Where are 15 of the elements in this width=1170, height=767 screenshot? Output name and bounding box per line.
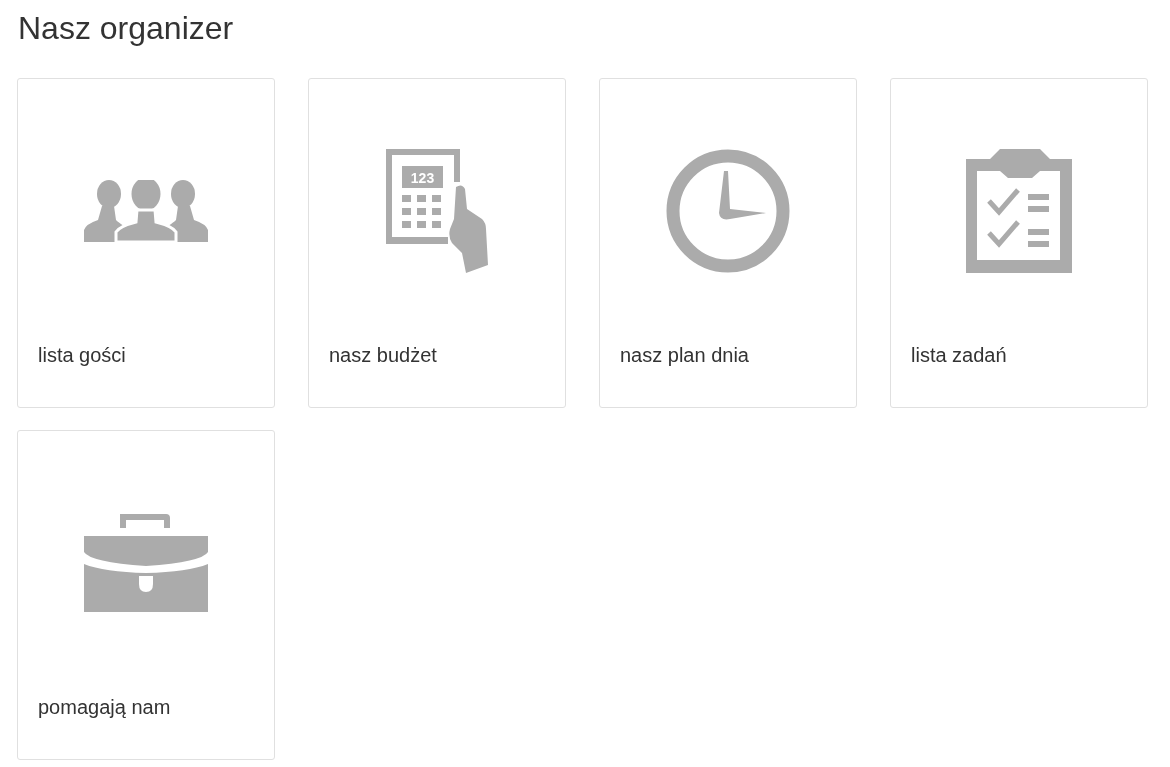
- organizer-card[interactable]: lista zadań: [890, 78, 1148, 408]
- card-label: pomagają nam: [38, 695, 171, 719]
- page-title: Nasz organizer: [18, 9, 235, 48]
- card-label: lista zadań: [911, 343, 1007, 367]
- people-icon: [84, 180, 208, 242]
- card-label: lista gości: [38, 343, 126, 367]
- organizer-card[interactable]: 123 nasz budżet: [308, 78, 566, 408]
- organizer-card[interactable]: lista gości: [17, 78, 275, 408]
- organizer-card[interactable]: nasz plan dnia: [599, 78, 857, 408]
- checklist-icon: [966, 149, 1072, 273]
- clock-icon: [666, 149, 790, 273]
- card-label: nasz plan dnia: [620, 343, 749, 367]
- organizer-card[interactable]: pomagają nam: [17, 430, 275, 760]
- card-label: nasz budżet: [329, 343, 437, 367]
- briefcase-icon: [84, 514, 208, 612]
